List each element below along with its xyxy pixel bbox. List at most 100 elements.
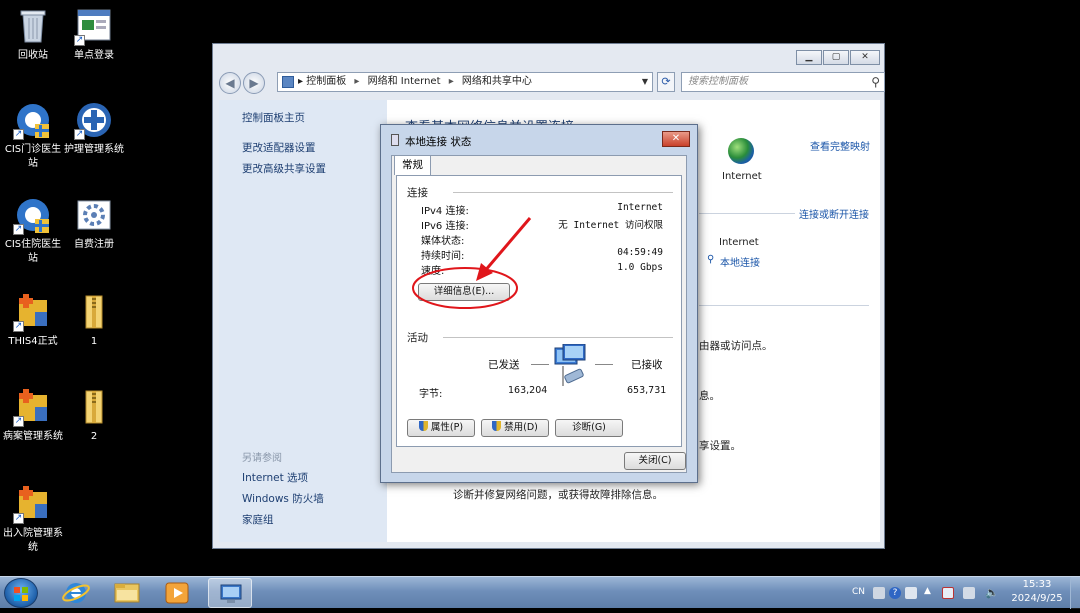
change-adapter-settings-link[interactable]: 更改适配器设置 — [242, 140, 316, 155]
search-input[interactable]: 搜索控制面板 ⚲ — [681, 72, 885, 92]
local-connection-status-dialog[interactable]: 本地连接 状态 ✕ 常规 连接 IPv4 连接: Internet IPv6 连… — [380, 124, 698, 483]
taskbar-ie-button[interactable] — [54, 578, 98, 608]
change-advanced-sharing-link[interactable]: 更改高级共享设置 — [242, 161, 326, 176]
flag-tray-icon[interactable] — [942, 587, 954, 599]
desktop-icon-label: CIS门诊医生站 — [4, 144, 62, 169]
group-divider — [443, 337, 673, 338]
diagnose-button[interactable]: 诊断(G) — [555, 419, 623, 437]
breadcrumb-item[interactable]: 控制面板 — [306, 76, 346, 87]
clock-time[interactable]: 15:33 — [1020, 579, 1054, 590]
medical-records-shortcut[interactable]: ↗ 病案管理系统 — [0, 387, 66, 444]
language-indicator[interactable]: CN — [852, 587, 865, 597]
network-activity-icon — [551, 343, 591, 386]
network-adapter-icon — [391, 134, 399, 146]
see-full-map-link[interactable]: 查看完整映射 — [810, 138, 870, 153]
windows-firewall-link[interactable]: Windows 防火墙 — [242, 491, 324, 506]
disable-button-label: 禁用(D) — [504, 422, 538, 433]
back-button[interactable]: ◀ — [219, 72, 241, 94]
zip-folder-2-shortcut[interactable]: 2 — [61, 387, 127, 444]
start-button[interactable] — [4, 578, 38, 608]
control-panel-home-link[interactable]: 控制面板主页 — [242, 110, 305, 125]
desktop: 回收站 ↗ CIS门诊医生站 ↗ CIS住院医生站 ↗ THIS4正式 ↗ 病案… — [0, 0, 1080, 576]
control-panel-icon — [282, 76, 294, 88]
local-connection-link[interactable]: 本地连接 — [720, 254, 760, 269]
uac-shield-icon — [492, 421, 502, 431]
speed-value: 1.0 Gbps — [617, 262, 663, 273]
left-navigation-pane: 控制面板主页 更改适配器设置 更改高级共享设置 另请参阅 Internet 选项… — [219, 100, 387, 542]
maximize-button[interactable]: ▢ — [823, 50, 849, 65]
properties-button-label: 属性(P) — [430, 422, 464, 433]
cis-outpatient-icon: ↗ — [13, 100, 53, 140]
taskbar-media-player-button[interactable] — [156, 578, 200, 608]
zip-folder-icon — [74, 387, 114, 427]
cis-inpatient-shortcut[interactable]: ↗ CIS住院医生站 — [0, 195, 66, 266]
zip-folder-1-shortcut[interactable]: 1 — [61, 292, 127, 349]
speed-label: 速度: — [421, 266, 445, 277]
expand-tray-icon[interactable]: ▲ — [924, 586, 931, 596]
volume-icon[interactable]: 🔈 — [985, 586, 999, 599]
internet-options-link[interactable]: Internet 选项 — [242, 470, 308, 485]
address-bar[interactable]: ▸ 控制面板 ▸ 网络和 Internet ▸ 网络和共享中心 ▼ — [277, 72, 653, 92]
activity-group-label: 活动 — [407, 332, 428, 344]
cis-inpatient-icon: ↗ — [13, 195, 53, 235]
desktop-icon-label: 2 — [90, 431, 98, 442]
ipv4-label: IPv4 连接: — [421, 206, 469, 217]
self-pay-register-icon — [74, 195, 114, 235]
address-dropdown-icon[interactable]: ▼ — [642, 73, 648, 91]
connect-disconnect-link[interactable]: 连接或断开连接 — [799, 206, 869, 221]
duration-value: 04:59:49 — [617, 247, 663, 258]
desktop-icon-label: 1 — [90, 336, 98, 347]
this4-icon: ↗ — [13, 292, 53, 332]
setup-network-text-fragment: 由器或访问点。 — [699, 340, 773, 352]
network-control-icon — [220, 584, 242, 603]
nursing-system-icon: ↗ — [74, 100, 114, 140]
clock-date[interactable]: 2024/9/25 — [1008, 593, 1066, 604]
network-tray-icon[interactable] — [963, 587, 975, 599]
keyboard-icon[interactable] — [873, 587, 885, 599]
disable-button[interactable]: 禁用(D) — [481, 419, 549, 437]
self-pay-register-shortcut[interactable]: 自费注册 — [61, 195, 127, 252]
homegroup-link[interactable]: 家庭组 — [242, 512, 274, 527]
dialog-close-button[interactable]: ✕ — [662, 131, 690, 147]
group-divider — [453, 192, 673, 193]
dialog-close-action-button[interactable]: 关闭(C) — [624, 452, 686, 470]
breadcrumb-item[interactable]: 网络和共享中心 — [462, 76, 532, 87]
refresh-button[interactable]: ⟳ — [657, 72, 675, 92]
desktop-icon-label: 出入院管理系统 — [3, 528, 63, 553]
cis-outpatient-shortcut[interactable]: ↗ CIS门诊医生站 — [0, 100, 66, 171]
tool-tray-icon[interactable] — [905, 587, 917, 599]
bytes-label: 字节: — [419, 389, 443, 400]
show-desktop-button[interactable] — [1070, 577, 1080, 609]
help-tray-icon[interactable]: ? — [889, 587, 901, 599]
desktop-icon-label: 病案管理系统 — [3, 431, 63, 442]
recycle-bin-shortcut[interactable]: 回收站 — [0, 6, 66, 63]
single-sign-on-shortcut[interactable]: ↗ 单点登录 — [61, 6, 127, 63]
nursing-system-shortcut[interactable]: ↗ 护理管理系统 — [61, 100, 127, 157]
properties-button[interactable]: 属性(P) — [407, 419, 475, 437]
address-chevron-icon: ▸ — [298, 76, 307, 87]
taskbar-explorer-button[interactable] — [105, 578, 149, 608]
window-caption-buttons: ▁ ▢ ✕ — [796, 50, 880, 65]
taskbar: CN ? ▲ 🔈 15:33 2024/9/25 — [0, 576, 1080, 609]
taskbar-network-center-button[interactable] — [208, 578, 252, 608]
desktop-icon-label: 护理管理系统 — [64, 144, 124, 155]
breadcrumb-separator-icon: ▸ — [354, 76, 360, 87]
see-also-heading: 另请参阅 — [242, 453, 282, 464]
minimize-button[interactable]: ▁ — [796, 50, 822, 65]
details-button[interactable]: 详细信息(E)... — [418, 283, 510, 301]
navigation-bar: ◀ ▶ ▸ 控制面板 ▸ 网络和 Internet ▸ 网络和共享中心 ▼ ⟳ … — [219, 72, 885, 96]
dialog-body: 常规 连接 IPv4 连接: Internet IPv6 连接: 无 Inter… — [391, 155, 687, 473]
admission-discharge-shortcut[interactable]: ↗ 出入院管理系统 — [0, 484, 66, 555]
dialog-title: 本地连接 状态 — [405, 136, 472, 148]
tab-general[interactable]: 常规 — [394, 155, 431, 175]
forward-button[interactable]: ▶ — [243, 72, 265, 94]
search-icon[interactable]: ⚲ — [871, 73, 880, 91]
search-placeholder: 搜索控制面板 — [688, 76, 748, 87]
window-close-button[interactable]: ✕ — [850, 50, 880, 65]
internet-globe-icon — [728, 138, 754, 164]
duration-label: 持续时间: — [421, 251, 465, 262]
this4-shortcut[interactable]: ↗ THIS4正式 — [0, 292, 66, 349]
connection-network-icon: ⚲ — [707, 254, 715, 265]
breadcrumb-item[interactable]: 网络和 Internet — [368, 76, 441, 87]
bytes-sent-value: 163,204 — [508, 385, 548, 396]
